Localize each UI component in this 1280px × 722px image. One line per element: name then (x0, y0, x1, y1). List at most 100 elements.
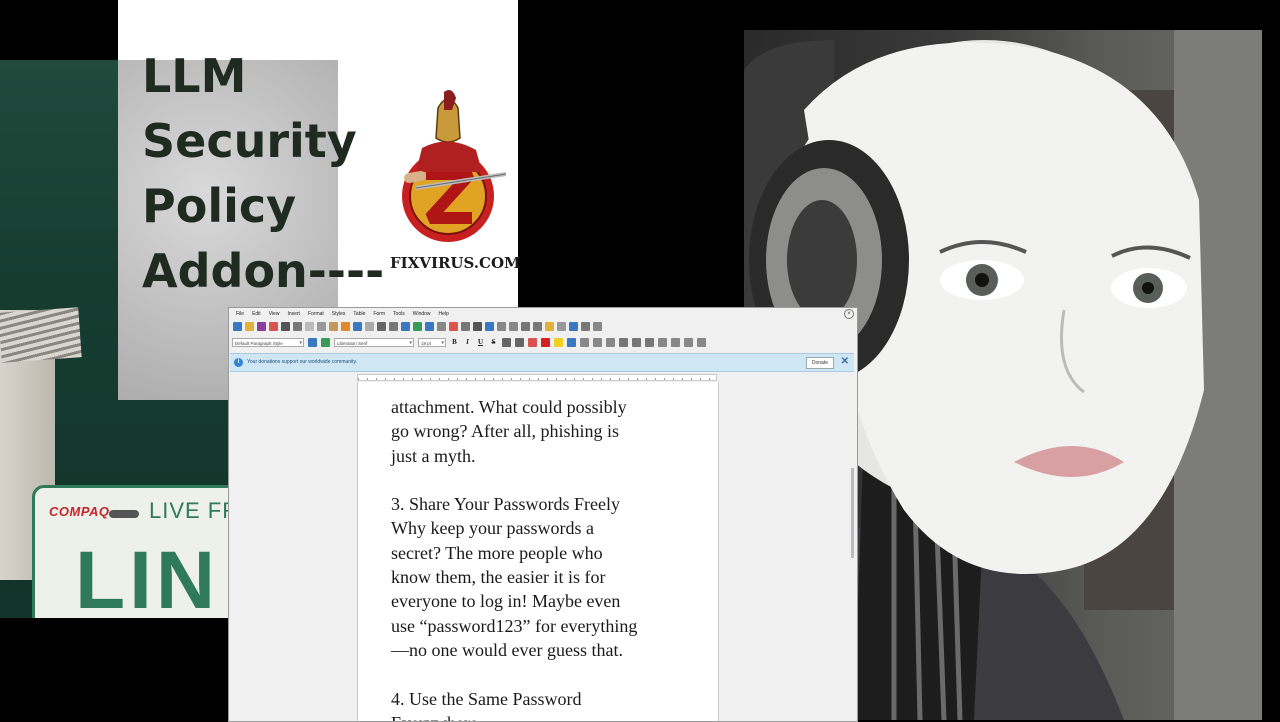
save-icon[interactable] (257, 322, 266, 331)
new-document-icon[interactable] (233, 322, 242, 331)
writer-window: File Edit View Insert Format Styles Tabl… (228, 307, 858, 722)
insert-field-icon[interactable] (461, 322, 470, 331)
title-line: Security (142, 114, 357, 168)
hyperlink-icon[interactable] (485, 322, 494, 331)
page-break-icon[interactable] (449, 322, 458, 331)
video-title: LLM Security Policy Addon---- (142, 44, 384, 304)
plate-slogan: LIVE FR (149, 498, 230, 523)
plate-hole (109, 510, 139, 518)
menu-tools[interactable]: Tools (389, 311, 409, 317)
insert-chart-icon[interactable] (425, 322, 434, 331)
line-spacing-icon[interactable] (684, 337, 693, 347)
font-size-select[interactable]: 18 pt (418, 337, 446, 348)
menu-help[interactable]: Help (435, 311, 453, 317)
italic-button[interactable]: I (463, 338, 472, 346)
open-folder-icon[interactable] (245, 322, 254, 331)
redo-icon[interactable] (365, 322, 374, 331)
document-line: know them, the easier it is for (391, 567, 606, 588)
vertical-scrollbar[interactable] (851, 468, 854, 558)
font-color-icon[interactable] (541, 337, 550, 347)
insert-line-icon[interactable] (569, 322, 578, 331)
paste-icon[interactable] (329, 322, 338, 331)
insert-textbox-icon[interactable] (437, 322, 446, 331)
menu-window[interactable]: Window (409, 311, 435, 317)
track-changes-icon[interactable] (557, 322, 566, 331)
document-line: attachment. What could possibly (391, 397, 627, 417)
document-line: secret? The more people who (391, 542, 603, 563)
undo-icon[interactable] (353, 322, 362, 331)
copy-icon[interactable] (317, 322, 326, 331)
title-line: LLM (142, 49, 247, 103)
export-pdf-icon[interactable] (269, 322, 278, 331)
justify-icon[interactable] (606, 337, 615, 347)
document-page[interactable]: attachment. What could possibly go wrong… (357, 382, 719, 721)
unordered-list-icon[interactable] (619, 337, 628, 347)
formatting-marks-icon[interactable] (389, 322, 398, 331)
basic-shapes-icon[interactable] (581, 322, 590, 331)
cut-icon[interactable] (305, 322, 314, 331)
clone-formatting-icon[interactable] (341, 322, 350, 331)
clear-formatting-icon[interactable] (528, 337, 537, 347)
menu-view[interactable]: View (265, 311, 284, 317)
cross-reference-icon[interactable] (533, 322, 542, 331)
outline-list-icon[interactable] (645, 337, 654, 347)
footnote-icon[interactable] (497, 322, 506, 331)
draw-functions-icon[interactable] (593, 322, 602, 331)
print-preview-icon[interactable] (293, 322, 302, 331)
bold-button[interactable]: B (450, 338, 459, 346)
plate-brand: COMPAQ (49, 504, 110, 519)
horizontal-ruler[interactable] (357, 374, 717, 381)
insert-image-icon[interactable] (413, 322, 422, 331)
document-text[interactable]: attachment. What could possibly go wrong… (391, 395, 701, 721)
increase-indent-icon[interactable] (658, 337, 667, 347)
logo-text: FIXVIRUS.COM (390, 254, 521, 272)
menu-bar: File Edit View Insert Format Styles Tabl… (229, 308, 857, 319)
menu-edit[interactable]: Edit (248, 311, 265, 317)
window-close-icon[interactable]: × (844, 309, 854, 319)
font-name-select[interactable]: Liberation Serif (334, 337, 414, 348)
menu-format[interactable]: Format (304, 311, 328, 317)
menu-insert[interactable]: Insert (283, 311, 304, 317)
paragraph-spacing-icon[interactable] (697, 337, 706, 347)
document-line: —no one would ever guess that. (391, 639, 623, 660)
ordered-list-icon[interactable] (632, 337, 641, 347)
special-character-icon[interactable] (473, 322, 482, 331)
license-plate: COMPAQ LIVE FR LIN (32, 485, 230, 618)
formatting-toolbar: Default Paragraph Style Liberation Serif… (229, 334, 857, 350)
document-line: go wrong? After all, phishing is (391, 421, 619, 442)
bookmark-icon[interactable] (521, 322, 530, 331)
decrease-indent-icon[interactable] (671, 337, 680, 347)
print-icon[interactable] (281, 322, 290, 331)
paragraph-style-select[interactable]: Default Paragraph Style (232, 337, 304, 348)
align-left-icon[interactable] (567, 337, 576, 347)
superscript-icon[interactable] (502, 337, 511, 347)
menu-form[interactable]: Form (369, 311, 389, 317)
endnote-icon[interactable] (509, 322, 518, 331)
strikethrough-button[interactable]: S (489, 338, 498, 346)
donate-button[interactable]: Donate (805, 357, 834, 369)
insert-table-icon[interactable] (401, 322, 410, 331)
document-line: Why keep your passwords a (391, 518, 594, 539)
find-replace-icon[interactable] (377, 322, 386, 331)
document-line: just a myth. (391, 445, 476, 466)
comment-icon[interactable] (545, 322, 554, 331)
close-icon[interactable]: ✕ (841, 356, 849, 367)
underline-button[interactable]: U (476, 338, 485, 346)
title-line: Addon---- (142, 244, 385, 298)
standard-toolbar (229, 319, 857, 334)
new-style-icon[interactable] (321, 337, 330, 347)
subscript-icon[interactable] (515, 337, 524, 347)
highlight-color-icon[interactable] (554, 337, 563, 347)
align-right-icon[interactable] (593, 337, 602, 347)
menu-table[interactable]: Table (349, 311, 369, 317)
update-style-icon[interactable] (308, 337, 317, 347)
menu-file[interactable]: File (232, 311, 248, 317)
info-icon: i (234, 358, 243, 367)
document-heading: 4. Use the Same Password (391, 688, 582, 709)
align-center-icon[interactable] (580, 337, 589, 347)
donation-infobar: i Your donations support our worldwide c… (230, 353, 854, 372)
document-line: Everywhere (391, 711, 701, 721)
menu-styles[interactable]: Styles (328, 311, 350, 317)
